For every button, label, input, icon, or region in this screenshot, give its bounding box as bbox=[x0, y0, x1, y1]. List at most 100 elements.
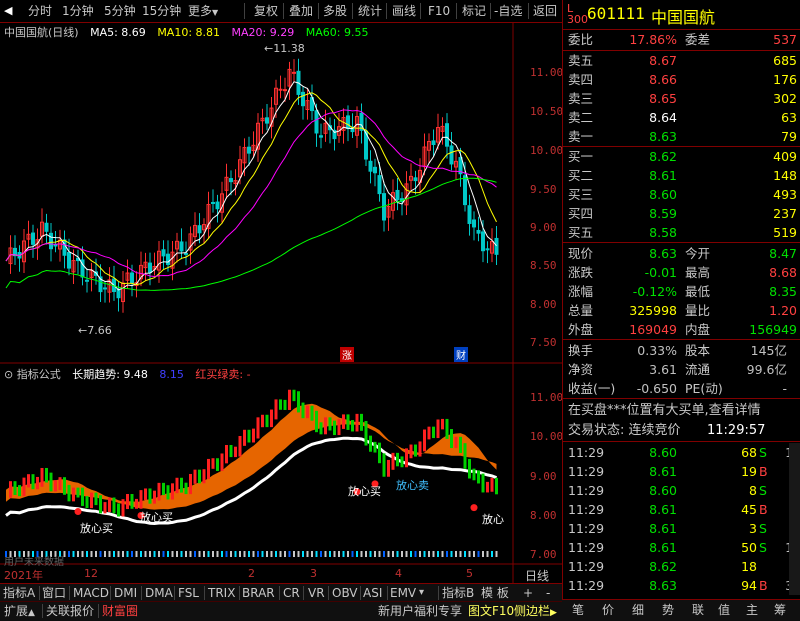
y-tick: 11.00 bbox=[530, 66, 564, 79]
sell-level-row[interactable]: 卖一 8.63 79 bbox=[563, 127, 800, 146]
fundamental-row[interactable]: 净资 3.61 流通 99.6亿 bbox=[563, 360, 800, 379]
indicator-bar bbox=[355, 413, 359, 432]
quote-stat-row[interactable]: 外盘 169049 内盘 156949 bbox=[563, 320, 800, 339]
indicator-bar bbox=[247, 429, 251, 443]
indicator-bar bbox=[67, 484, 71, 502]
tab-scroll-icon[interactable]: ▾ bbox=[419, 585, 424, 601]
f10-graphic-link[interactable]: 图文F10 bbox=[468, 603, 514, 619]
tab-15min[interactable]: 15分钟 bbox=[142, 2, 181, 20]
tick-scrollbar[interactable] bbox=[789, 443, 800, 595]
quote-stat-row[interactable]: 涨幅 -0.12% 最低 8.35 bbox=[563, 282, 800, 301]
tab-1min[interactable]: 1分钟 bbox=[62, 2, 94, 20]
market-tag: L 300 bbox=[567, 3, 588, 25]
tab-shi[interactable]: 势 bbox=[662, 602, 674, 619]
fund-label: 收益(一) bbox=[568, 381, 616, 396]
quote-stat-row[interactable]: 涨跌 -0.01 最高 8.68 bbox=[563, 263, 800, 282]
tick-row[interactable]: 11:298.6150S11 bbox=[563, 538, 800, 557]
tab-vr[interactable]: VR bbox=[308, 585, 325, 601]
indicator-bar bbox=[76, 487, 80, 498]
tab-template[interactable]: 模 板 bbox=[481, 585, 509, 601]
quote-stat-row[interactable]: 总量 325998 量比 1.20 bbox=[563, 301, 800, 320]
fundamental-row[interactable]: 换手 0.33% 股本 145亿 bbox=[563, 341, 800, 360]
tab-indicator-a[interactable]: 指标A bbox=[3, 585, 35, 601]
btn-fuquan[interactable]: 复权 bbox=[254, 2, 278, 20]
sell-level-row[interactable]: 卖四 8.66 176 bbox=[563, 70, 800, 89]
buy-level-row[interactable]: 买二 8.61 148 bbox=[563, 166, 800, 185]
quote-stat-row[interactable]: 现价 8.63 今开 8.47 bbox=[563, 244, 800, 263]
buy-level-row[interactable]: 买四 8.59 237 bbox=[563, 204, 800, 223]
buy-level-row[interactable]: 买一 8.62 409 bbox=[563, 147, 800, 166]
tab-dma[interactable]: DMA bbox=[145, 585, 173, 601]
indicator-bar bbox=[400, 456, 404, 468]
buy-level-price: 8.59 bbox=[649, 206, 677, 221]
btn-draw-line[interactable]: 画线 bbox=[392, 2, 416, 20]
btn-stats[interactable]: 统计 bbox=[358, 2, 382, 20]
tab-zhi[interactable]: 值 bbox=[718, 602, 730, 619]
weibi-row: 委比 17.86% 委差 537 bbox=[563, 30, 800, 49]
tab-window[interactable]: 窗口 bbox=[42, 585, 66, 601]
indicator-bar bbox=[297, 391, 300, 413]
stat-value: 8.63 bbox=[649, 246, 677, 261]
indicator-bar bbox=[126, 494, 129, 510]
tick-row[interactable]: 11:298.608S3 bbox=[563, 481, 800, 500]
kline-chart[interactable] bbox=[0, 22, 562, 583]
fundamental-row[interactable]: 收益(一) -0.650 PE(动) - bbox=[563, 379, 800, 398]
tab-dmi[interactable]: DMI bbox=[114, 585, 137, 601]
sidebar-toggle[interactable]: 侧边栏▶ bbox=[514, 603, 557, 619]
big-order-notice[interactable]: 在买盘***位置有大买单,查看详情 bbox=[563, 401, 800, 420]
flag-zhang[interactable]: 涨 bbox=[340, 347, 354, 362]
tab-chou[interactable]: 筹 bbox=[774, 602, 786, 619]
tab-macd[interactable]: MACD bbox=[73, 585, 109, 601]
collapse-icon[interactable]: ⊙ bbox=[4, 368, 13, 381]
tab-indicator-b[interactable]: 指标B bbox=[442, 585, 474, 601]
tick-row[interactable]: 11:298.6119B3 bbox=[563, 462, 800, 481]
tab-more[interactable]: 更多▼ bbox=[188, 2, 218, 20]
tab-asi[interactable]: ASI bbox=[363, 585, 382, 601]
tick-row[interactable]: 11:298.613S1 bbox=[563, 519, 800, 538]
tick-row[interactable]: 11:298.6145B2 bbox=[563, 500, 800, 519]
stat-value: -0.01 bbox=[644, 265, 677, 280]
tick-direction: S bbox=[759, 483, 767, 498]
tick-row[interactable]: 11:298.62182 bbox=[563, 557, 800, 576]
tab-brar[interactable]: BRAR bbox=[242, 585, 275, 601]
expand-button[interactable]: 扩展▲ bbox=[4, 603, 35, 619]
tab-bi[interactable]: 笔 bbox=[572, 602, 584, 619]
zoom-in-button[interactable]: + bbox=[523, 585, 533, 601]
indicator-bar bbox=[396, 452, 399, 467]
tab-5min[interactable]: 5分钟 bbox=[104, 2, 136, 20]
tab-jia[interactable]: 价 bbox=[602, 602, 614, 619]
nav-arrow-icon[interactable]: ◀ bbox=[4, 2, 12, 20]
tick-volume: 94 bbox=[741, 578, 757, 593]
btn-overlay[interactable]: 叠加 bbox=[289, 2, 313, 20]
tab-obv[interactable]: OBV bbox=[332, 585, 358, 601]
buy-level-row[interactable]: 买三 8.60 493 bbox=[563, 185, 800, 204]
sell-level-row[interactable]: 卖五 8.67 685 bbox=[563, 51, 800, 70]
tick-row[interactable]: 11:298.6068S11 bbox=[563, 443, 800, 462]
tab-xi[interactable]: 细 bbox=[632, 602, 644, 619]
indicator-formula-label[interactable]: 指标公式 bbox=[17, 368, 61, 381]
sell-level-label: 卖三 bbox=[568, 91, 594, 106]
btn-multistock[interactable]: 多股 bbox=[323, 2, 347, 20]
tab-lian[interactable]: 联 bbox=[692, 602, 704, 619]
tab-cr[interactable]: CR bbox=[283, 585, 300, 601]
btn-mark[interactable]: 标记 bbox=[462, 2, 486, 20]
btn-f10[interactable]: F10 bbox=[428, 2, 450, 20]
btn-back[interactable]: 返回 bbox=[533, 2, 557, 20]
tab-wealth-circle[interactable]: 财富圈 bbox=[102, 603, 138, 619]
zoom-out-button[interactable]: - bbox=[546, 585, 550, 601]
new-user-promo-link[interactable]: 新用户福利专享 bbox=[378, 603, 462, 619]
tab-trix[interactable]: TRIX bbox=[208, 585, 235, 601]
flag-cai[interactable]: 财 bbox=[454, 347, 468, 362]
tab-zhu[interactable]: 主 bbox=[746, 602, 758, 619]
tick-row[interactable]: 11:298.6394B31 bbox=[563, 576, 800, 595]
buy-level-row[interactable]: 买五 8.58 519 bbox=[563, 223, 800, 242]
btn-add-watchlist[interactable]: -自选 bbox=[494, 2, 522, 20]
sell-level-row[interactable]: 卖三 8.65 302 bbox=[563, 89, 800, 108]
tab-emv[interactable]: EMV bbox=[390, 585, 416, 601]
tab-fsl[interactable]: FSL bbox=[178, 585, 199, 601]
strip-tick bbox=[108, 551, 111, 557]
tab-intraday[interactable]: 分时 bbox=[28, 2, 52, 20]
sell-level-row[interactable]: 卖二 8.64 63 bbox=[563, 108, 800, 127]
tab-related-quotes[interactable]: 关联报价 bbox=[46, 603, 94, 619]
period-label[interactable]: 日线 bbox=[525, 567, 549, 584]
